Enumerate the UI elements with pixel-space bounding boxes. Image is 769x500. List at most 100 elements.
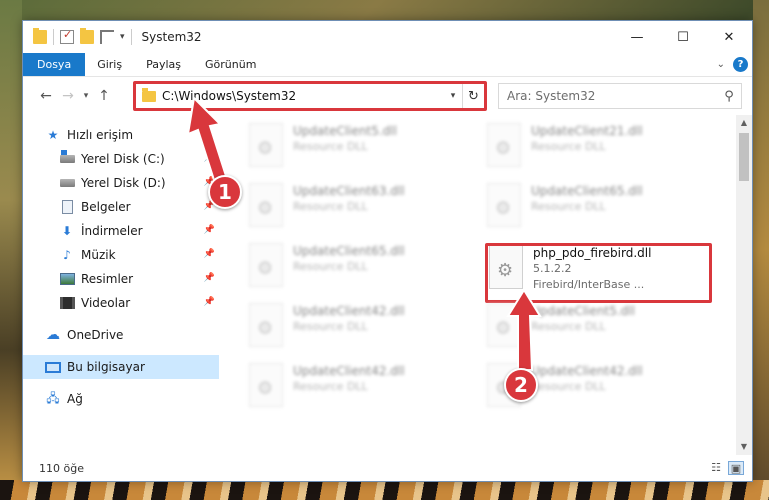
view-icon[interactable] (100, 30, 114, 44)
dll-file-icon (249, 303, 283, 347)
up-arrow-icon[interactable]: ↑ (93, 88, 115, 104)
item-count: 110 öğe (39, 461, 84, 475)
tab-file[interactable]: Dosya (23, 53, 86, 76)
expand-ribbon-chevron-icon[interactable]: ⌄ (717, 59, 725, 70)
star-icon: ★ (47, 128, 59, 142)
close-button[interactable]: ✕ (706, 21, 752, 53)
sidebar-item-videos[interactable]: Videolar 📌 (23, 291, 219, 315)
file-description: Resource DLL (293, 140, 368, 153)
file-name: UpdateClient42.dll (531, 364, 643, 378)
file-name: php_pdo_firebird.dll (533, 246, 652, 260)
file-description: Resource DLL (531, 140, 606, 153)
pin-icon[interactable]: 📌 (204, 249, 215, 259)
pin-icon[interactable]: 📌 (204, 273, 215, 283)
list-item[interactable]: UpdateClient42.dll Resource DLL (249, 299, 469, 355)
refresh-icon[interactable]: ↻ (462, 84, 484, 108)
toolbar-divider (130, 29, 132, 45)
file-version: 5.1.2.2 (533, 262, 572, 275)
toolbar-divider (53, 29, 54, 45)
list-item[interactable]: UpdateClient63.dll Resource DLL (249, 179, 469, 235)
explorer-body: ★ Hızlı erişim Yerel Disk (C:) 📌 Yerel D… (23, 115, 752, 455)
sidebar-item-this-pc[interactable]: Bu bilgisayar (23, 355, 219, 379)
sidebar-item-onedrive[interactable]: ☁ OneDrive (23, 323, 219, 347)
status-bar: 110 öğe ☷ ▣ (23, 455, 752, 481)
recent-locations-chevron-icon[interactable]: ▾ (79, 91, 93, 101)
tab-home[interactable]: Giriş (85, 53, 134, 76)
sidebar-item-label: Hızlı erişim (67, 128, 134, 142)
ribbon-right: ⌄ ? (717, 53, 752, 76)
dll-file-icon (487, 123, 521, 167)
pictures-icon (59, 272, 75, 286)
search-icon[interactable]: ⚲ (717, 89, 741, 104)
file-name: UpdateClient65.dll (293, 244, 405, 258)
sidebar-item-documents[interactable]: Belgeler 📌 (23, 195, 219, 219)
sidebar-item-downloads[interactable]: ⬇ İndirmeler 📌 (23, 219, 219, 243)
maximize-button[interactable]: ☐ (660, 21, 706, 53)
scroll-up-icon[interactable]: ▲ (736, 115, 752, 131)
sidebar-item-label: Yerel Disk (C:) (81, 152, 165, 166)
sidebar-item-label: Ağ (67, 392, 83, 406)
search-box[interactable]: Ara: System32 ⚲ (498, 83, 742, 109)
file-name: UpdateClient21.dll (531, 124, 643, 138)
large-icons-view-icon[interactable]: ▣ (728, 461, 744, 475)
disk-c-icon (59, 150, 75, 166)
file-explorer-window: ▾ System32 — ☐ ✕ Dosya Giriş Paylaş Görü… (22, 20, 753, 482)
dll-file-icon (249, 183, 283, 227)
callout-arrow-2 (506, 288, 542, 371)
customize-toolbar-chevron-icon[interactable]: ▾ (120, 32, 125, 42)
dll-file-icon (249, 243, 283, 287)
list-item[interactable]: UpdateClient65.dll Resource DLL (487, 179, 707, 235)
address-dropdown-icon[interactable]: ▾ (444, 91, 462, 101)
list-item[interactable]: UpdateClient42.dll Resource DLL (249, 359, 469, 415)
sidebar-item-label: Yerel Disk (D:) (81, 176, 166, 190)
disk-d-icon (59, 176, 75, 190)
file-list: UpdateClient5.dll Resource DLL UpdateCli… (219, 115, 752, 455)
new-folder-icon[interactable] (80, 28, 94, 44)
file-name: UpdateClient42.dll (293, 364, 405, 378)
file-description: Resource DLL (293, 320, 368, 333)
pin-icon[interactable]: 📌 (204, 225, 215, 235)
back-arrow-icon[interactable]: ← (35, 88, 57, 104)
folder-icon (33, 28, 47, 44)
address-folder-icon (142, 87, 156, 102)
search-input[interactable]: Ara: System32 (507, 89, 717, 103)
desktop-background-bottom (0, 480, 769, 500)
sidebar-item-label: Resimler (81, 272, 134, 286)
file-name: UpdateClient63.dll (293, 184, 405, 198)
details-view-icon[interactable]: ☷ (708, 461, 724, 475)
forward-arrow-icon[interactable]: → (57, 88, 79, 104)
sidebar-item-network[interactable]: 🖧 Ağ (23, 387, 219, 411)
file-name: UpdateClient42.dll (293, 304, 405, 318)
file-description: Resource DLL (293, 260, 368, 273)
scroll-thumb[interactable] (739, 133, 749, 181)
window-title: System32 (141, 30, 202, 44)
sidebar-item-label: Bu bilgisayar (67, 360, 145, 374)
desktop-background-left (0, 0, 22, 500)
tab-share[interactable]: Paylaş (134, 53, 193, 76)
tab-view[interactable]: Görünüm (193, 53, 268, 76)
minimize-button[interactable]: — (614, 21, 660, 53)
list-item[interactable]: UpdateClient5.dll Resource DLL (249, 119, 469, 175)
pin-icon[interactable]: 📌 (204, 297, 215, 307)
help-icon[interactable]: ? (733, 57, 748, 72)
dll-file-icon (487, 183, 521, 227)
sidebar-item-music[interactable]: ♪ Müzik 📌 (23, 243, 219, 267)
downloads-icon: ⬇ (61, 224, 73, 238)
properties-icon[interactable] (60, 28, 74, 44)
vertical-scrollbar[interactable]: ▲ ▼ (736, 115, 752, 455)
file-description: Resource DLL (531, 320, 606, 333)
sidebar-item-label: Videolar (81, 296, 131, 310)
sidebar-item-pictures[interactable]: Resimler 📌 (23, 267, 219, 291)
dll-file-icon (249, 363, 283, 407)
file-name: UpdateClient65.dll (531, 184, 643, 198)
callout-badge-2: 2 (504, 368, 538, 402)
scroll-down-icon[interactable]: ▼ (736, 439, 752, 455)
list-item[interactable]: UpdateClient65.dll Resource DLL (249, 239, 469, 295)
list-item[interactable]: UpdateClient21.dll Resource DLL (487, 119, 707, 175)
navigation-bar: ← → ▾ ↑ C:\Windows\System32 ▾ ↻ Ara: Sys… (23, 77, 752, 115)
callout-arrow-1 (186, 96, 228, 182)
file-description: Firebird/InterBase ... (533, 278, 645, 291)
